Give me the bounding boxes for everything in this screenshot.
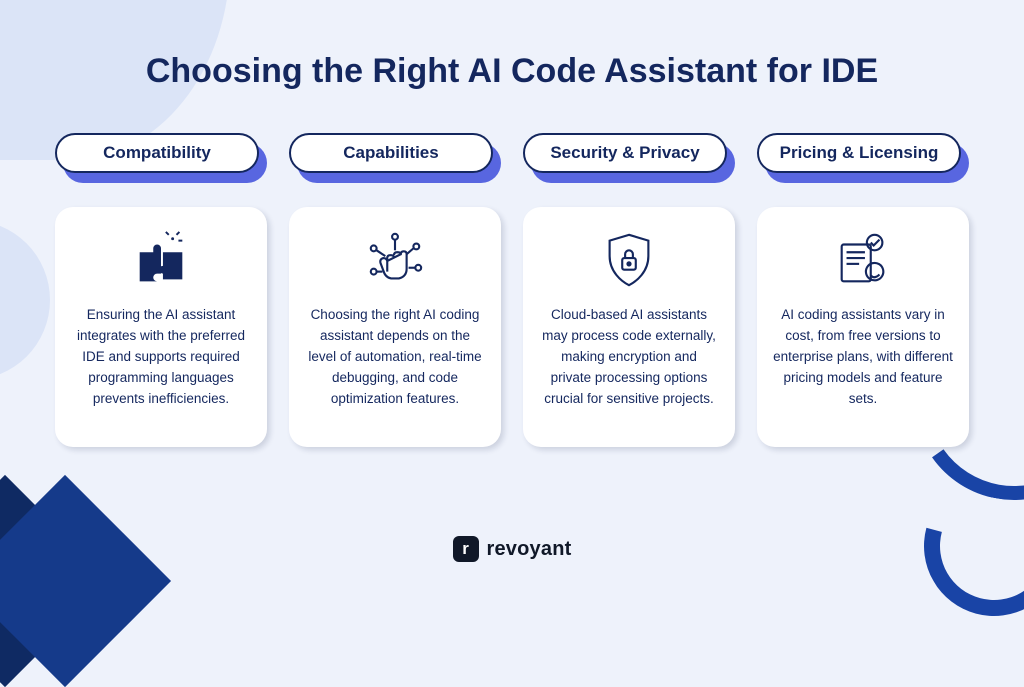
heading-pill: Compatibility xyxy=(55,133,267,179)
heading-label: Security & Privacy xyxy=(523,133,727,173)
heading-pill: Security & Privacy xyxy=(523,133,735,179)
card-compatibility: Ensuring the AI assistant integrates wit… xyxy=(55,207,267,447)
card-body: Ensuring the AI assistant integrates wit… xyxy=(71,305,251,410)
heading-pill: Pricing & Licensing xyxy=(757,133,969,179)
heading-label: Capabilities xyxy=(289,133,493,173)
card-body: Cloud-based AI assistants may process co… xyxy=(539,305,719,410)
heading-label: Pricing & Licensing xyxy=(757,133,961,173)
column-security: Security & Privacy Cloud-based AI assist… xyxy=(523,133,735,447)
card-body: Choosing the right AI coding assistant d… xyxy=(305,305,485,410)
column-pricing: Pricing & Licensing AI coding assistants… xyxy=(757,133,969,447)
brand-logo-icon: r xyxy=(453,536,479,562)
column-capabilities: Capabilities Choosing the right AI codin… xyxy=(289,133,501,447)
heading-pill: Capabilities xyxy=(289,133,501,179)
brand-footer: r revoyant xyxy=(0,536,1024,562)
puzzle-icon xyxy=(130,229,192,291)
contract-stamp-icon xyxy=(832,229,894,291)
brand-name: revoyant xyxy=(487,538,572,561)
card-security: Cloud-based AI assistants may process co… xyxy=(523,207,735,447)
columns-row: Compatibility Ensuring the AI assistant … xyxy=(0,133,1024,447)
card-body: AI coding assistants vary in cost, from … xyxy=(773,305,953,410)
ai-fist-icon xyxy=(364,229,426,291)
shield-lock-icon xyxy=(598,229,660,291)
page-title: Choosing the Right AI Code Assistant for… xyxy=(0,0,1024,91)
column-compatibility: Compatibility Ensuring the AI assistant … xyxy=(55,133,267,447)
card-capabilities: Choosing the right AI coding assistant d… xyxy=(289,207,501,447)
heading-label: Compatibility xyxy=(55,133,259,173)
card-pricing: AI coding assistants vary in cost, from … xyxy=(757,207,969,447)
